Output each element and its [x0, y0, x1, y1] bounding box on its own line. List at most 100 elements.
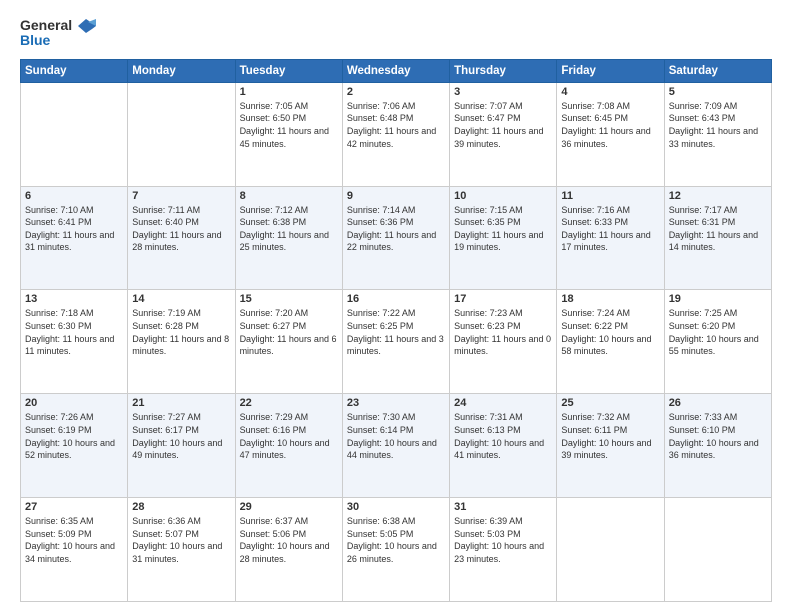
day-number: 8 [240, 190, 338, 202]
day-number: 27 [25, 501, 123, 513]
day-info: Sunrise: 7:07 AM Sunset: 6:47 PM Dayligh… [454, 100, 552, 150]
day-number: 20 [25, 397, 123, 409]
day-cell: 19 Sunrise: 7:25 AM Sunset: 6:20 PM Dayli… [664, 290, 771, 394]
weekday-header-friday: Friday [557, 59, 664, 82]
day-cell: 8 Sunrise: 7:12 AM Sunset: 6:38 PM Daylig… [235, 186, 342, 290]
day-cell: 6 Sunrise: 7:10 AM Sunset: 6:41 PM Daylig… [21, 186, 128, 290]
weekday-header-sunday: Sunday [21, 59, 128, 82]
day-info: Sunrise: 7:32 AM Sunset: 6:11 PM Dayligh… [561, 411, 659, 461]
day-cell: 29 Sunrise: 6:37 AM Sunset: 5:06 PM Dayli… [235, 498, 342, 602]
day-cell: 23 Sunrise: 7:30 AM Sunset: 6:14 PM Dayli… [342, 394, 449, 498]
day-cell: 15 Sunrise: 7:20 AM Sunset: 6:27 PM Dayli… [235, 290, 342, 394]
day-number: 23 [347, 397, 445, 409]
day-cell: 18 Sunrise: 7:24 AM Sunset: 6:22 PM Dayli… [557, 290, 664, 394]
day-number: 31 [454, 501, 552, 513]
weekday-header-monday: Monday [128, 59, 235, 82]
weekday-header-tuesday: Tuesday [235, 59, 342, 82]
day-info: Sunrise: 6:37 AM Sunset: 5:06 PM Dayligh… [240, 515, 338, 565]
day-number: 15 [240, 293, 338, 305]
day-cell: 9 Sunrise: 7:14 AM Sunset: 6:36 PM Daylig… [342, 186, 449, 290]
day-info: Sunrise: 7:25 AM Sunset: 6:20 PM Dayligh… [669, 307, 767, 357]
day-cell: 10Sunrise: 7:15 AM Sunset: 6:35 PM Dayli… [450, 186, 557, 290]
day-info: Sunrise: 7:22 AM Sunset: 6:25 PM Dayligh… [347, 307, 445, 357]
day-cell: 31 Sunrise: 6:39 AM Sunset: 5:03 PM Dayli… [450, 498, 557, 602]
day-cell [664, 498, 771, 602]
day-number: 4 [561, 86, 659, 98]
day-number: 1 [240, 86, 338, 98]
day-cell: 2 Sunrise: 7:06 AM Sunset: 6:48 PM Daylig… [342, 82, 449, 186]
day-number: 24 [454, 397, 552, 409]
day-info: Sunrise: 7:17 AM Sunset: 6:31 PM Dayligh… [669, 204, 767, 254]
day-cell [128, 82, 235, 186]
day-info: Sunrise: 7:20 AM Sunset: 6:27 PM Dayligh… [240, 307, 338, 357]
day-info: Sunrise: 7:14 AM Sunset: 6:36 PM Dayligh… [347, 204, 445, 254]
calendar-table: SundayMondayTuesdayWednesdayThursdayFrid… [20, 59, 772, 602]
day-info: Sunrise: 7:12 AM Sunset: 6:38 PM Dayligh… [240, 204, 338, 254]
day-cell: 30 Sunrise: 6:38 AM Sunset: 5:05 PM Dayli… [342, 498, 449, 602]
day-info: Sunrise: 7:10 AM Sunset: 6:41 PM Dayligh… [25, 204, 123, 254]
day-number: 19 [669, 293, 767, 305]
day-cell: 25 Sunrise: 7:32 AM Sunset: 6:11 PM Dayli… [557, 394, 664, 498]
day-cell: 7 Sunrise: 7:11 AM Sunset: 6:40 PM Daylig… [128, 186, 235, 290]
day-info: Sunrise: 7:29 AM Sunset: 6:16 PM Dayligh… [240, 411, 338, 461]
day-cell: 4Sunrise: 7:08 AM Sunset: 6:45 PM Daylig… [557, 82, 664, 186]
day-number: 7 [132, 190, 230, 202]
day-number: 9 [347, 190, 445, 202]
day-number: 2 [347, 86, 445, 98]
logo-container: General Blue [20, 18, 96, 49]
day-info: Sunrise: 6:38 AM Sunset: 5:05 PM Dayligh… [347, 515, 445, 565]
day-number: 6 [25, 190, 123, 202]
day-number: 3 [454, 86, 552, 98]
day-cell: 28Sunrise: 6:36 AM Sunset: 5:07 PM Dayli… [128, 498, 235, 602]
day-info: Sunrise: 7:24 AM Sunset: 6:22 PM Dayligh… [561, 307, 659, 357]
header: General Blue [20, 18, 772, 49]
day-info: Sunrise: 7:33 AM Sunset: 6:10 PM Dayligh… [669, 411, 767, 461]
day-cell [557, 498, 664, 602]
day-number: 29 [240, 501, 338, 513]
logo: General Blue [20, 18, 96, 49]
day-cell: 14Sunrise: 7:19 AM Sunset: 6:28 PM Dayli… [128, 290, 235, 394]
logo-general: General [20, 18, 96, 33]
day-info: Sunrise: 7:30 AM Sunset: 6:14 PM Dayligh… [347, 411, 445, 461]
day-cell: 11Sunrise: 7:16 AM Sunset: 6:33 PM Dayli… [557, 186, 664, 290]
day-number: 21 [132, 397, 230, 409]
day-info: Sunrise: 7:15 AM Sunset: 6:35 PM Dayligh… [454, 204, 552, 254]
day-cell: 27Sunrise: 6:35 AM Sunset: 5:09 PM Dayli… [21, 498, 128, 602]
day-cell: 3 Sunrise: 7:07 AM Sunset: 6:47 PM Daylig… [450, 82, 557, 186]
day-info: Sunrise: 7:23 AM Sunset: 6:23 PM Dayligh… [454, 307, 552, 357]
day-number: 25 [561, 397, 659, 409]
logo-blue: Blue [20, 33, 96, 48]
day-info: Sunrise: 7:26 AM Sunset: 6:19 PM Dayligh… [25, 411, 123, 461]
day-number: 13 [25, 293, 123, 305]
day-info: Sunrise: 7:19 AM Sunset: 6:28 PM Dayligh… [132, 307, 230, 357]
day-cell: 21 Sunrise: 7:27 AM Sunset: 6:17 PM Dayli… [128, 394, 235, 498]
weekday-header-saturday: Saturday [664, 59, 771, 82]
day-cell: 1Sunrise: 7:05 AM Sunset: 6:50 PM Daylig… [235, 82, 342, 186]
day-cell: 17Sunrise: 7:23 AM Sunset: 6:23 PM Dayli… [450, 290, 557, 394]
day-info: Sunrise: 7:11 AM Sunset: 6:40 PM Dayligh… [132, 204, 230, 254]
day-info: Sunrise: 7:31 AM Sunset: 6:13 PM Dayligh… [454, 411, 552, 461]
day-number: 30 [347, 501, 445, 513]
day-cell: 16Sunrise: 7:22 AM Sunset: 6:25 PM Dayli… [342, 290, 449, 394]
day-cell: 20 Sunrise: 7:26 AM Sunset: 6:19 PM Dayli… [21, 394, 128, 498]
week-row-1: 1Sunrise: 7:05 AM Sunset: 6:50 PM Daylig… [21, 82, 772, 186]
day-info: Sunrise: 7:06 AM Sunset: 6:48 PM Dayligh… [347, 100, 445, 150]
day-number: 5 [669, 86, 767, 98]
week-row-5: 27Sunrise: 6:35 AM Sunset: 5:09 PM Dayli… [21, 498, 772, 602]
day-info: Sunrise: 7:09 AM Sunset: 6:43 PM Dayligh… [669, 100, 767, 150]
day-number: 26 [669, 397, 767, 409]
day-number: 18 [561, 293, 659, 305]
day-number: 28 [132, 501, 230, 513]
day-cell: 24 Sunrise: 7:31 AM Sunset: 6:13 PM Dayli… [450, 394, 557, 498]
weekday-header-thursday: Thursday [450, 59, 557, 82]
day-info: Sunrise: 7:16 AM Sunset: 6:33 PM Dayligh… [561, 204, 659, 254]
week-row-2: 6 Sunrise: 7:10 AM Sunset: 6:41 PM Daylig… [21, 186, 772, 290]
day-info: Sunrise: 6:39 AM Sunset: 5:03 PM Dayligh… [454, 515, 552, 565]
day-info: Sunrise: 7:27 AM Sunset: 6:17 PM Dayligh… [132, 411, 230, 461]
weekday-header-wednesday: Wednesday [342, 59, 449, 82]
day-cell [21, 82, 128, 186]
day-cell: 26 Sunrise: 7:33 AM Sunset: 6:10 PM Dayli… [664, 394, 771, 498]
day-cell: 22 Sunrise: 7:29 AM Sunset: 6:16 PM Dayli… [235, 394, 342, 498]
day-number: 22 [240, 397, 338, 409]
day-cell: 5 Sunrise: 7:09 AM Sunset: 6:43 PM Daylig… [664, 82, 771, 186]
